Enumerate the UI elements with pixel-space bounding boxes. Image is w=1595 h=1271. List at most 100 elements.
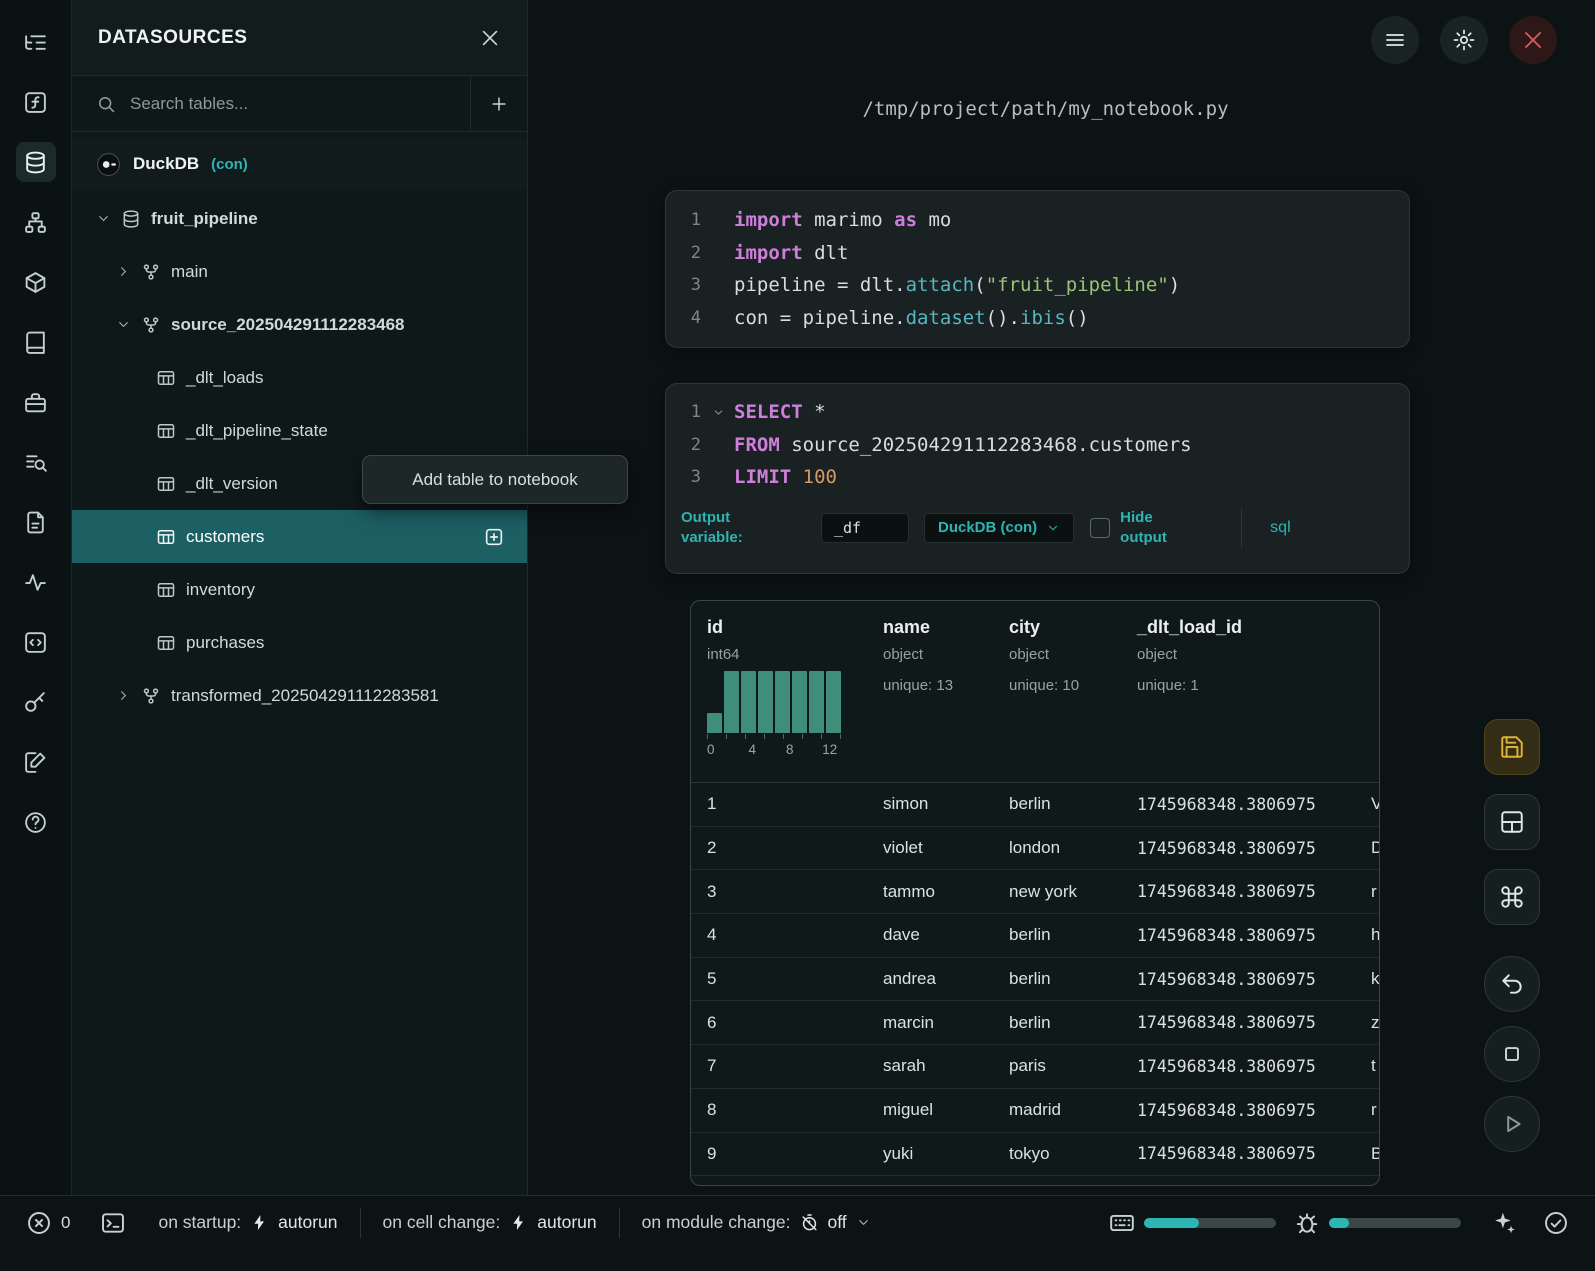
tree-item-_dlt_pipeline_state[interactable]: _dlt_pipeline_state <box>72 404 527 457</box>
column-header-city[interactable]: cityobjectunique: 10 <box>993 601 1121 782</box>
toolbox-icon[interactable] <box>16 382 56 422</box>
sql-cell[interactable]: 1SELECT *2FROM source_202504291112283468… <box>665 383 1410 574</box>
column-name: name <box>883 617 993 638</box>
table-icon <box>156 421 176 441</box>
tree-item-label: source_202504291112283468 <box>171 315 405 335</box>
column-header-name[interactable]: nameobjectunique: 13 <box>867 601 993 782</box>
chevron-down-icon[interactable] <box>116 317 131 332</box>
table-cell: D <box>1355 838 1380 858</box>
sparkle-icon[interactable] <box>1491 1210 1517 1236</box>
on-cell-change-setting[interactable]: on cell change: autorun <box>383 1212 597 1233</box>
output-variable-input[interactable]: _df <box>821 513 909 543</box>
keyboard-slider[interactable] <box>1144 1218 1276 1228</box>
tree-item-label: customers <box>186 527 264 547</box>
close-panel-icon[interactable] <box>479 27 501 49</box>
on-module-change-setting[interactable]: on module change: off <box>642 1212 871 1233</box>
error-count-button[interactable]: 0 <box>26 1210 70 1236</box>
code-line: 1import marimo as mo <box>666 204 1409 237</box>
tree-item-inventory[interactable]: inventory <box>72 563 527 616</box>
tree-item-fruit_pipeline[interactable]: fruit_pipeline <box>72 192 527 245</box>
hierarchy-icon[interactable] <box>16 202 56 242</box>
tree-structure-icon[interactable] <box>16 22 56 62</box>
notebook-edit-icon[interactable] <box>16 742 56 782</box>
table-cell: 1745968348.3806975 <box>1121 839 1355 858</box>
command-button[interactable] <box>1484 869 1540 925</box>
code-block-icon[interactable] <box>16 622 56 662</box>
notebook-file-path: /tmp/project/path/my_notebook.py <box>528 98 1563 120</box>
package-icon[interactable] <box>16 262 56 302</box>
on-startup-label: on startup: <box>158 1212 241 1233</box>
activity-icon[interactable] <box>16 562 56 602</box>
check-circle-icon[interactable] <box>1543 1210 1569 1236</box>
duckdb-connection[interactable]: DuckDB (con) <box>72 138 527 190</box>
table-cell: k <box>1355 969 1380 989</box>
code-text: LIMIT 100 <box>734 466 837 488</box>
save-button[interactable] <box>1484 719 1540 775</box>
database-icon[interactable] <box>16 142 56 182</box>
menu-button[interactable] <box>1371 16 1419 64</box>
run-button[interactable] <box>1484 1096 1540 1152</box>
function-square-icon[interactable] <box>16 82 56 122</box>
keyboard-icon <box>1109 1210 1135 1236</box>
table-cell: sarah <box>867 1056 993 1076</box>
close-button[interactable] <box>1509 16 1557 64</box>
tree-item-customers[interactable]: customers <box>72 510 527 563</box>
bug-icon <box>1294 1210 1320 1236</box>
on-startup-setting[interactable]: on startup: autorun <box>158 1212 337 1233</box>
code-text: con = pipeline.dataset().ibis() <box>734 307 1089 329</box>
debug-slider[interactable] <box>1329 1218 1461 1228</box>
add-table-to-notebook-icon[interactable] <box>483 526 505 548</box>
column-name: id <box>707 617 867 638</box>
tree-item-purchases[interactable]: purchases <box>72 616 527 669</box>
code-text: import dlt <box>734 242 848 264</box>
help-circle-icon[interactable] <box>16 802 56 842</box>
status-bar-right <box>1109 1210 1569 1236</box>
table-cell: yuki <box>867 1144 993 1164</box>
table-cell: miguel <box>867 1100 993 1120</box>
chevron-down-icon <box>856 1215 871 1230</box>
tree-item-label: _dlt_version <box>186 474 278 494</box>
plus-icon <box>489 94 509 114</box>
engine-select-dropdown[interactable]: DuckDB (con) <box>924 513 1074 543</box>
schema-icon <box>141 262 161 282</box>
tree-item-source_202504291112283468[interactable]: source_202504291112283468 <box>72 298 527 351</box>
settings-button[interactable] <box>1440 16 1488 64</box>
file-text-icon[interactable] <box>16 502 56 542</box>
table-cell: andrea <box>867 969 993 989</box>
language-badge[interactable]: sql <box>1270 519 1290 537</box>
column-header-_dlt_load_id[interactable]: _dlt_load_idobjectunique: 1 <box>1121 601 1355 782</box>
add-datasource-button[interactable] <box>470 76 527 131</box>
code-text: FROM source_202504291112283468.customers <box>734 434 1192 456</box>
tree-item-_dlt_loads[interactable]: _dlt_loads <box>72 351 527 404</box>
python-cell[interactable]: 1import marimo as mo2import dlt3pipeline… <box>665 190 1410 348</box>
column-header-id[interactable]: idint6404812 <box>691 601 867 782</box>
book-icon[interactable] <box>16 322 56 362</box>
search-input[interactable] <box>130 94 470 114</box>
undo-button[interactable] <box>1484 956 1540 1012</box>
key-icon[interactable] <box>16 682 56 722</box>
code-text: import marimo as mo <box>734 209 951 231</box>
chevron-down-icon[interactable] <box>96 211 111 226</box>
save-icon <box>1499 734 1525 760</box>
tree-item-label: inventory <box>186 580 255 600</box>
panel-title: DATASOURCES <box>98 27 247 49</box>
divider <box>360 1208 361 1238</box>
chevron-right-icon[interactable] <box>116 264 131 279</box>
layout-button[interactable] <box>1484 794 1540 850</box>
engine-connection-badge: (con) <box>211 156 248 173</box>
table-icon <box>156 633 176 653</box>
table-icon <box>156 527 176 547</box>
hide-output-checkbox[interactable] <box>1090 518 1110 538</box>
code-text: pipeline = dlt.attach("fruit_pipeline") <box>734 274 1180 296</box>
chevron-right-icon[interactable] <box>116 688 131 703</box>
list-search-icon[interactable] <box>16 442 56 482</box>
on-startup-value: autorun <box>278 1212 337 1233</box>
stop-button[interactable] <box>1484 1026 1540 1082</box>
table-row: 7sarahparis1745968348.3806975t <box>691 1045 1379 1089</box>
tree-item-transformed_202504291112283581[interactable]: transformed_202504291112283581 <box>72 669 527 722</box>
settings-icon <box>1452 28 1476 52</box>
terminal-icon[interactable] <box>100 1210 126 1236</box>
fold-icon[interactable] <box>712 406 734 419</box>
tree-item-main[interactable]: main <box>72 245 527 298</box>
code-text: SELECT * <box>734 401 826 423</box>
